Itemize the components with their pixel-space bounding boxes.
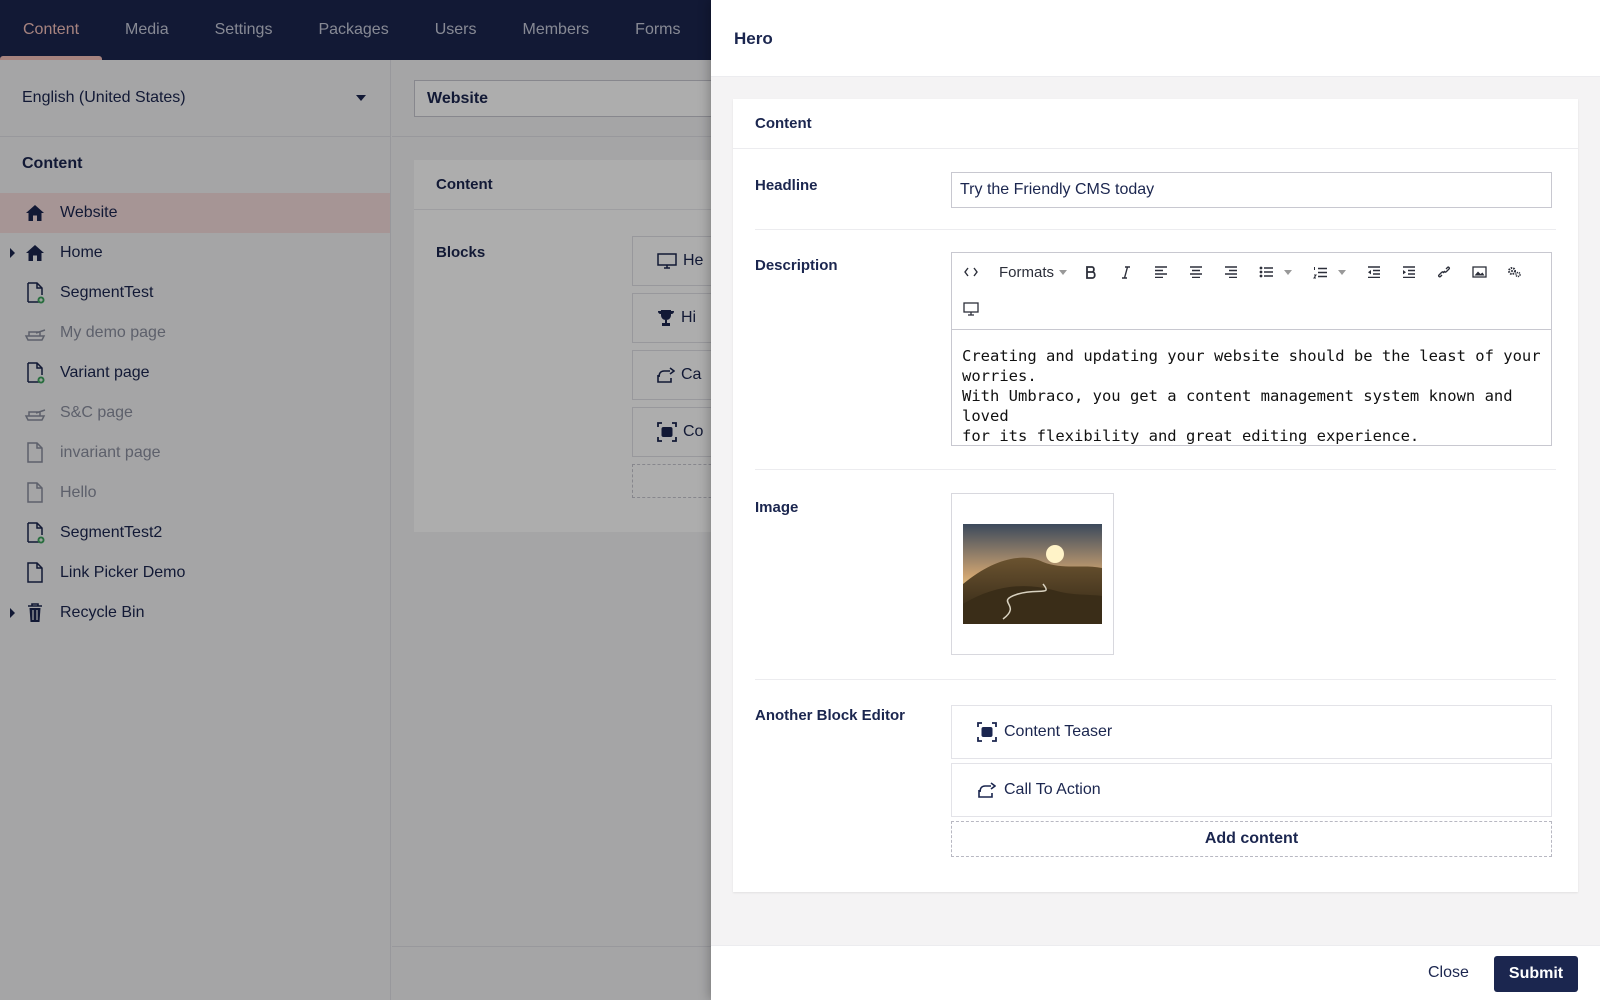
link-icon[interactable] <box>1433 261 1455 283</box>
description-label: Description <box>755 257 838 274</box>
rte-content[interactable]: Creating and updating your website shoul… <box>952 330 1551 462</box>
media-picker-item[interactable] <box>951 493 1114 655</box>
landscape-thumbnail <box>963 524 1102 624</box>
image-icon[interactable] <box>1468 261 1490 283</box>
add-content-button[interactable]: Add content <box>951 821 1552 857</box>
dialog-content-group: Content Headline Description Formats <box>733 99 1578 892</box>
bold-icon[interactable] <box>1080 261 1102 283</box>
content-teaser-icon <box>976 721 998 743</box>
align-center-icon[interactable] <box>1185 261 1207 283</box>
divider <box>755 469 1556 470</box>
submit-button[interactable]: Submit <box>1494 956 1578 992</box>
align-left-icon[interactable] <box>1150 261 1172 283</box>
formats-dropdown[interactable]: Formats <box>996 261 1070 283</box>
indent-icon[interactable] <box>1398 261 1420 283</box>
rte-toolbar: Formats <box>952 253 1551 330</box>
outdent-icon[interactable] <box>1363 261 1385 283</box>
group-title: Content <box>733 99 1578 149</box>
numbered-list-icon[interactable] <box>1309 261 1331 283</box>
rte-text-line: for its flexibility and great editing ex… <box>962 427 1420 445</box>
dialog-footer: Close Submit <box>711 945 1600 1000</box>
rte-text-line: Creating and updating your website shoul… <box>962 347 1541 385</box>
block-item-content-teaser[interactable]: Content Teaser <box>951 705 1552 759</box>
modal-backdrop[interactable] <box>0 0 712 1000</box>
image-label: Image <box>755 499 799 516</box>
headline-label: Headline <box>755 177 818 194</box>
embed-monitor-icon[interactable] <box>960 298 982 320</box>
bullet-list-icon[interactable] <box>1255 261 1277 283</box>
divider <box>755 229 1556 230</box>
align-right-icon[interactable] <box>1220 261 1242 283</box>
source-code-icon[interactable] <box>960 261 982 283</box>
block-item-call-to-action[interactable]: Call To Action <box>951 763 1552 817</box>
caret-down-icon[interactable] <box>1336 261 1348 283</box>
block-item-label: Content Teaser <box>1004 723 1113 740</box>
block-item-label: Call To Action <box>1004 781 1101 798</box>
dialog-title: Hero <box>711 0 1600 77</box>
rich-text-editor: Formats Creating and updating your websi… <box>951 252 1552 446</box>
divider <box>755 679 1556 680</box>
headline-input[interactable] <box>951 172 1552 208</box>
italic-icon[interactable] <box>1115 261 1137 283</box>
caret-down-icon[interactable] <box>1282 261 1294 283</box>
formats-label: Formats <box>998 263 1054 281</box>
caret-down-icon <box>1059 269 1067 275</box>
share-icon <box>976 779 998 801</box>
close-button[interactable]: Close <box>1428 964 1469 982</box>
rte-text-line: With Umbraco, you get a content manageme… <box>962 387 1513 425</box>
macro-gears-icon[interactable] <box>1503 261 1525 283</box>
block-editor-dialog: Hero Content Headline Description Format… <box>711 0 1600 1000</box>
another-block-editor-label: Another Block Editor <box>755 707 906 724</box>
